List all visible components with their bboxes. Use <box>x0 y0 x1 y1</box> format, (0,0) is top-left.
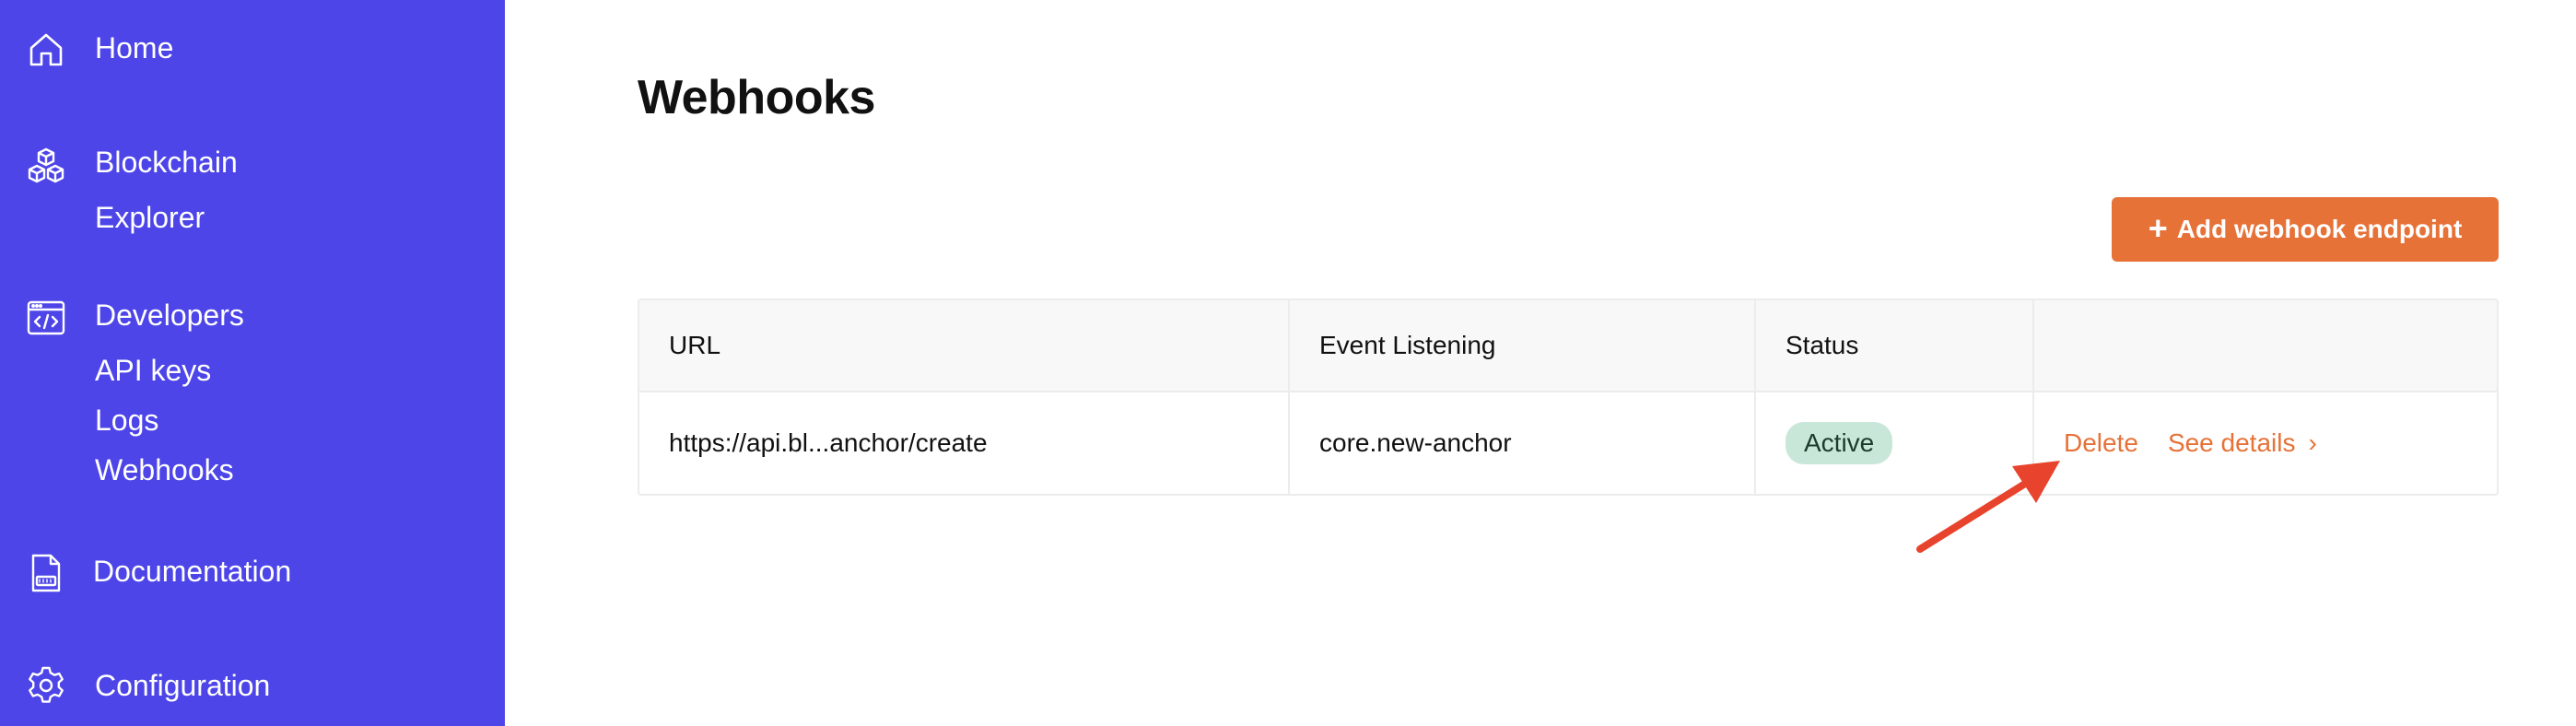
webhook-event-cell: core.new-anchor <box>1290 392 1756 494</box>
add-webhook-endpoint-label: Add webhook endpoint <box>2176 215 2463 243</box>
webhooks-table: URL Event Listening Status https://api.b… <box>638 299 2499 496</box>
code-window-icon <box>24 297 68 341</box>
gear-icon <box>24 663 68 708</box>
sidebar-item-configuration[interactable]: Configuration <box>95 667 270 704</box>
home-icon <box>24 28 68 72</box>
column-header-status: Status <box>1756 300 2034 391</box>
webhook-url-cell: https://api.bl...anchor/create <box>639 392 1290 494</box>
sidebar-item-logs[interactable]: Logs <box>95 402 158 439</box>
add-webhook-endpoint-button[interactable]: + Add webhook endpoint <box>2112 197 2499 262</box>
sidebar-item-webhooks[interactable]: Webhooks <box>95 451 234 488</box>
sidebar-item-explorer[interactable]: Explorer <box>95 199 205 236</box>
sidebar-item-developers[interactable]: Developers <box>95 297 244 334</box>
column-header-actions <box>2034 300 2497 391</box>
column-header-event-listening: Event Listening <box>1290 300 1756 391</box>
app: Home Blockchain Explorer Developers API … <box>0 0 2576 726</box>
sidebar: Home Blockchain Explorer Developers API … <box>0 0 505 726</box>
see-details-link[interactable]: See details › <box>2168 428 2317 458</box>
cubes-icon <box>24 144 68 188</box>
table-row: https://api.bl...anchor/create core.new-… <box>639 392 2497 494</box>
column-header-url: URL <box>639 300 1290 391</box>
plus-icon: + <box>2148 209 2168 247</box>
webhook-actions-cell: Delete See details › <box>2034 392 2497 494</box>
sidebar-item-documentation[interactable]: Documentation <box>93 553 291 590</box>
sidebar-item-blockchain[interactable]: Blockchain <box>95 144 238 181</box>
status-badge: Active <box>1786 422 1893 464</box>
see-details-label: See details <box>2167 428 2296 457</box>
chevron-right-icon: › <box>2308 428 2317 457</box>
page-title: Webhooks <box>638 71 875 124</box>
doc-file-icon <box>24 551 68 595</box>
sidebar-item-home[interactable]: Home <box>95 29 173 66</box>
table-header-row: URL Event Listening Status <box>639 300 2497 392</box>
sidebar-item-api-keys[interactable]: API keys <box>95 352 211 389</box>
annotation-arrow-icon <box>1916 461 2060 553</box>
